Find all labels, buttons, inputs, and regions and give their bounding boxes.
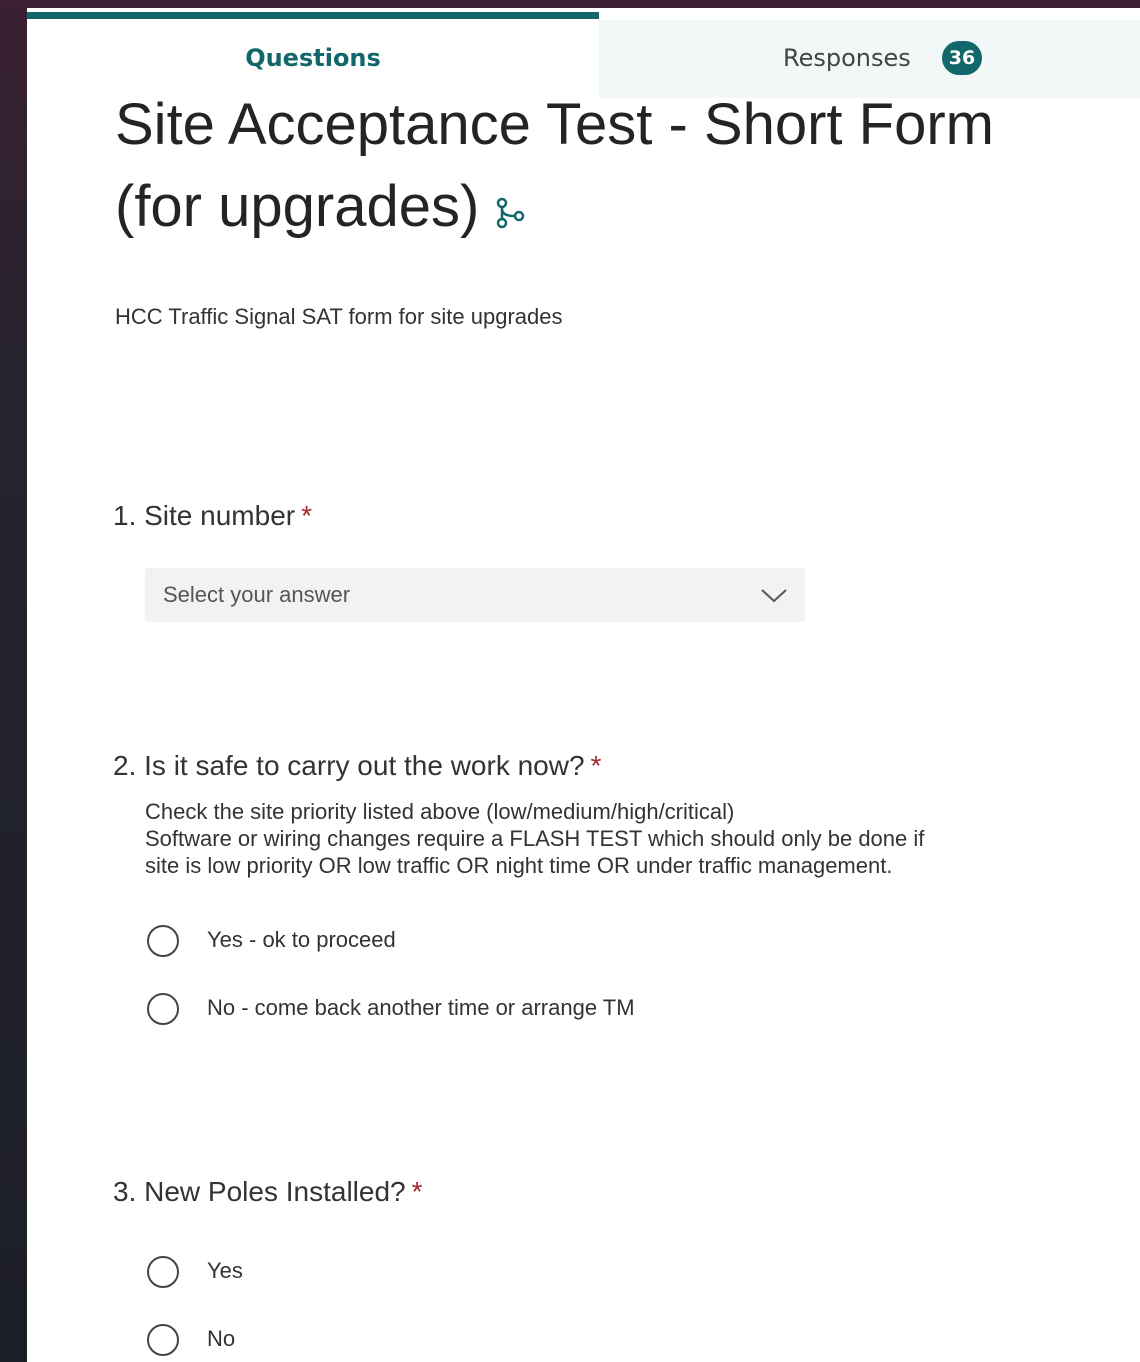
question-1-title: 1. Site number	[113, 500, 296, 531]
option-label: Yes - ok to proceed	[207, 927, 396, 952]
required-marker: *	[590, 750, 602, 781]
form-title: Site Acceptance Test - Short Form (for u…	[115, 84, 1075, 252]
subtitle-line: Check the site priority listed above (lo…	[145, 799, 735, 824]
required-marker: *	[411, 1176, 423, 1207]
radio-button[interactable]	[147, 1256, 179, 1288]
question-1-title-row: 1. Site number *	[113, 500, 1113, 532]
form-description: HCC Traffic Signal SAT form for site upg…	[115, 304, 563, 329]
radio-button[interactable]	[147, 925, 179, 957]
question-3-title: 3. New Poles Installed?	[113, 1176, 406, 1207]
question-3: 3. New Poles Installed? *	[113, 1176, 1113, 1208]
tab-questions-label: Questions	[245, 44, 381, 72]
subtitle-line: site is low priority OR low traffic OR n…	[145, 853, 893, 878]
chevron-down-icon	[759, 584, 789, 610]
dropdown-placeholder: Select your answer	[163, 582, 351, 607]
tab-responses-label: Responses	[783, 44, 911, 72]
question-2-title: 2. Is it safe to carry out the work now?	[113, 750, 585, 781]
active-tab-indicator	[27, 12, 599, 19]
form-title-text: Site Acceptance Test - Short Form (for u…	[115, 92, 994, 239]
question-2: 2. Is it safe to carry out the work now?…	[113, 750, 1113, 879]
question-2-title-row: 2. Is it safe to carry out the work now?…	[113, 750, 1113, 782]
radio-button[interactable]	[147, 993, 179, 1025]
site-number-dropdown[interactable]: Select your answer	[145, 568, 805, 622]
option-label: No - come back another time or arrange T…	[207, 995, 635, 1020]
subtitle-line: Software or wiring changes require a FLA…	[145, 826, 925, 851]
form-card: Questions Responses 36 Site Acceptance T…	[27, 8, 1140, 1362]
question-2-subtitle: Check the site priority listed above (lo…	[145, 798, 1005, 879]
required-marker: *	[301, 500, 313, 531]
option-label: No	[207, 1326, 236, 1351]
question-3-title-row: 3. New Poles Installed? *	[113, 1176, 1113, 1208]
option-label: Yes	[207, 1258, 243, 1283]
radio-button[interactable]	[147, 1324, 179, 1356]
responses-count-badge: 36	[942, 41, 982, 75]
branching-icon[interactable]	[493, 170, 527, 252]
question-1: 1. Site number *	[113, 500, 1113, 532]
